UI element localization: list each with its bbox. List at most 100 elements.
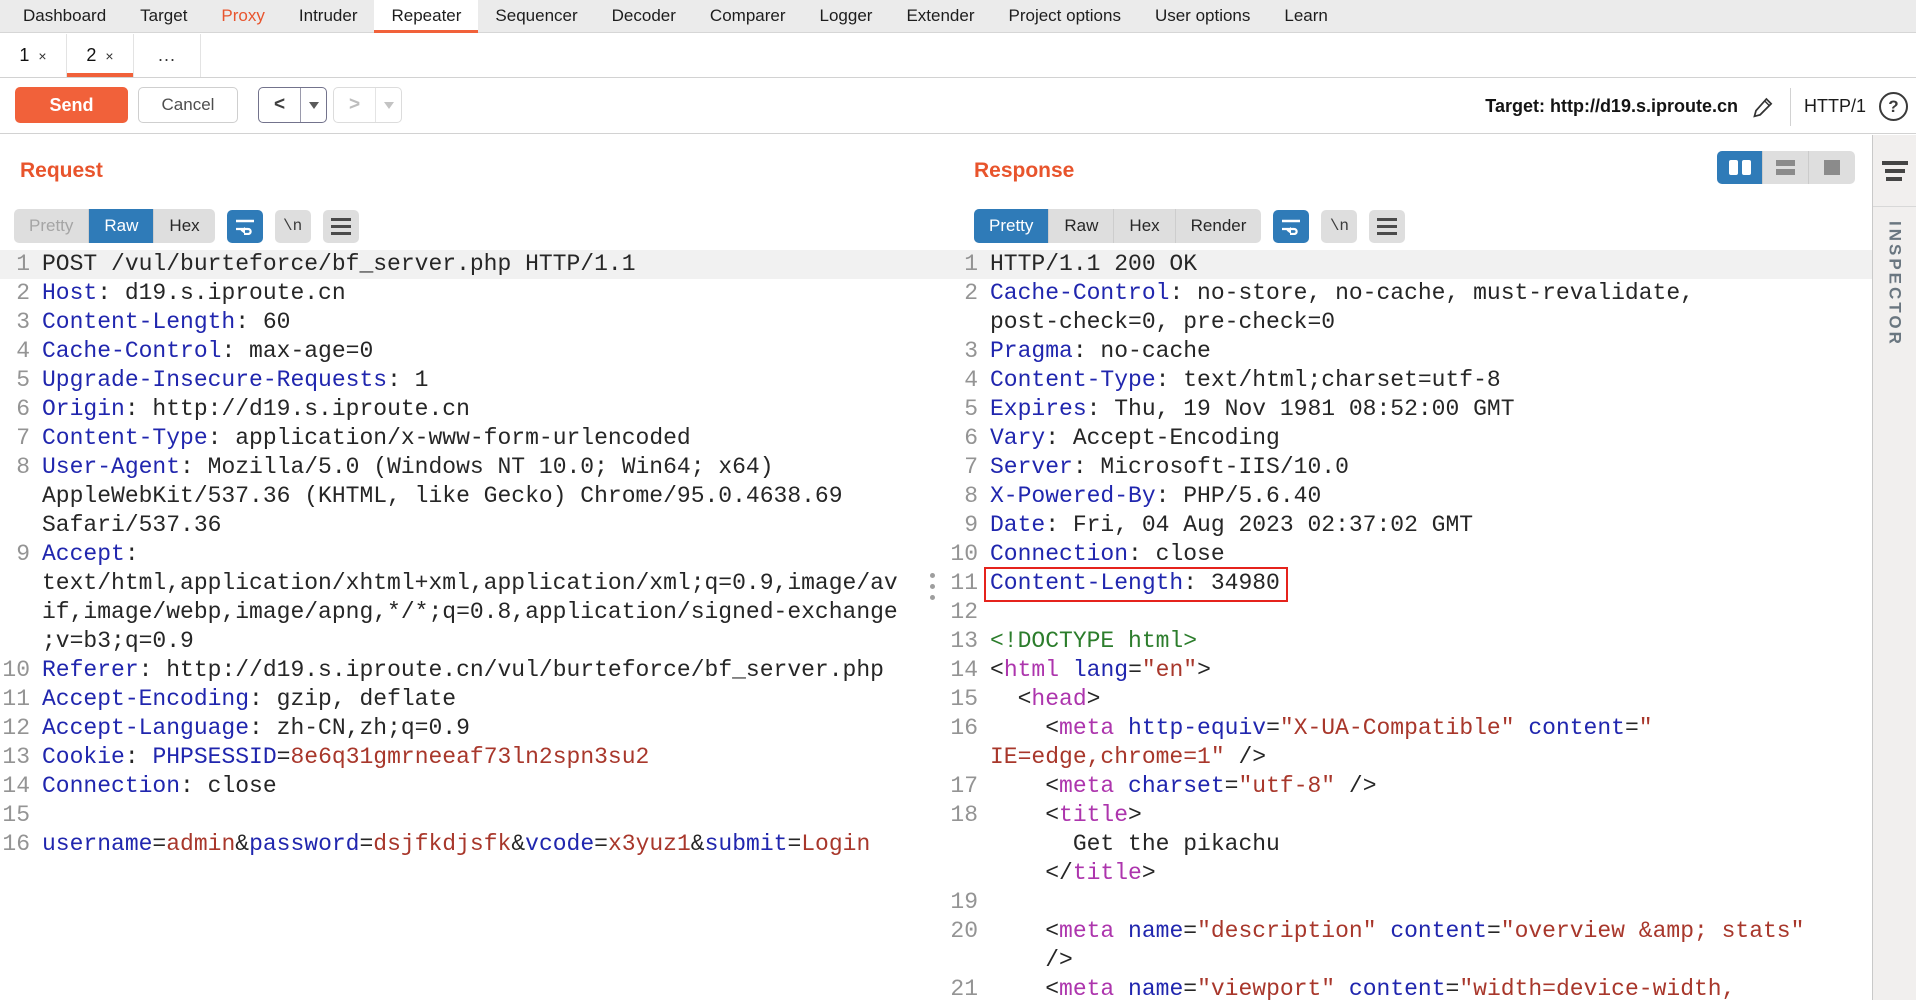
menu-item-sequencer[interactable]: Sequencer: [478, 0, 594, 32]
code-line: if,image/webp,image/apng,*/*;q=0.8,appli…: [0, 598, 948, 627]
line-number: 13: [948, 627, 978, 656]
wrap-lines-button[interactable]: [227, 210, 263, 243]
line-number: 6: [0, 395, 30, 424]
highlight-annotation-box: Content-Length: 34980: [984, 567, 1288, 602]
line-number: 15: [0, 801, 30, 830]
line-number: 14: [0, 772, 30, 801]
close-tab-icon[interactable]: ×: [105, 48, 113, 64]
close-tab-icon[interactable]: ×: [38, 48, 46, 64]
chevron-down-icon: [384, 102, 394, 109]
code-line: post-check=0, pre-check=0: [948, 308, 1872, 337]
menu-item-intruder[interactable]: Intruder: [282, 0, 375, 32]
wrap-icon: [1280, 217, 1302, 235]
wrap-icon: [234, 217, 256, 235]
line-number: 8: [948, 482, 978, 511]
edit-target-button[interactable]: [1751, 94, 1777, 120]
line-number: 16: [0, 830, 30, 859]
inspector-collapse-button[interactable]: [1873, 135, 1916, 207]
code-line: </title>: [948, 859, 1872, 888]
menu-item-dashboard[interactable]: Dashboard: [6, 0, 123, 32]
code-line: />: [948, 946, 1872, 975]
inspector-icon: [1882, 161, 1908, 181]
layout-single-button[interactable]: [1809, 151, 1855, 184]
line-number: 2: [0, 279, 30, 308]
line-number: 10: [0, 656, 30, 685]
line-number: 15: [948, 685, 978, 714]
menu-item-comparer[interactable]: Comparer: [693, 0, 803, 32]
line-number: 21: [948, 975, 978, 1000]
line-number: 3: [948, 337, 978, 366]
code-line: 11Content-Length: 34980: [948, 569, 1872, 598]
line-number: 3: [0, 308, 30, 337]
main-menu: DashboardTargetProxyIntruderRepeaterSequ…: [0, 0, 1916, 33]
layout-columns-button[interactable]: [1717, 151, 1763, 184]
code-line: 16username=admin&password=dsjfkdjsfk&vco…: [0, 830, 948, 859]
repeater-tab-1[interactable]: 1×: [0, 34, 67, 77]
line-number: 6: [948, 424, 978, 453]
show-newlines-button[interactable]: \n: [275, 210, 311, 243]
menu-item-repeater[interactable]: Repeater: [374, 0, 478, 32]
history-forward-dropdown[interactable]: [376, 88, 401, 122]
burp-repeater-window: DashboardTargetProxyIntruderRepeaterSequ…: [0, 0, 1916, 1000]
format-tab-raw[interactable]: Raw: [1049, 209, 1114, 243]
line-number: 16: [948, 714, 978, 743]
inspector-label[interactable]: INSPECTOR: [1885, 221, 1905, 347]
code-line: 5Upgrade-Insecure-Requests: 1: [0, 366, 948, 395]
code-line: 21 <meta name="viewport" content="width=…: [948, 975, 1872, 1000]
repeater-tab-2[interactable]: 2×: [67, 34, 134, 77]
menu-item-proxy[interactable]: Proxy: [204, 0, 281, 32]
inspector-rail: INSPECTOR: [1872, 135, 1916, 1000]
history-back-group: <: [258, 87, 327, 123]
menu-item-logger[interactable]: Logger: [803, 0, 890, 32]
line-number: 7: [0, 424, 30, 453]
repeater-toolbar: Send Cancel < > Target: http://d19.s.ipr…: [0, 79, 1916, 134]
format-tab-hex[interactable]: Hex: [154, 209, 214, 243]
wrap-lines-button[interactable]: [1273, 210, 1309, 243]
new-tab-button[interactable]: ...: [134, 34, 201, 77]
code-line: 10Connection: close: [948, 540, 1872, 569]
menu-item-project-options[interactable]: Project options: [992, 0, 1138, 32]
code-line: 6Origin: http://d19.s.iproute.cn: [0, 395, 948, 424]
format-tab-hex[interactable]: Hex: [1114, 209, 1175, 243]
response-editor[interactable]: 1HTTP/1.1 200 OK2Cache-Control: no-store…: [948, 250, 1872, 1000]
request-menu-button[interactable]: [323, 210, 359, 243]
code-line: 10Referer: http://d19.s.iproute.cn/vul/b…: [0, 656, 948, 685]
send-button[interactable]: Send: [15, 87, 128, 123]
history-forward-button[interactable]: >: [334, 88, 376, 122]
help-icon[interactable]: ?: [1879, 92, 1908, 121]
layout-rows-button[interactable]: [1763, 151, 1809, 184]
code-line: IE=edge,chrome=1" />: [948, 743, 1872, 772]
request-format-tabs: PrettyRawHex: [14, 209, 215, 243]
request-panel: Request PrettyRawHex \n 1POST /vul/b: [0, 135, 948, 1000]
pencil-icon: [1751, 94, 1777, 120]
response-menu-button[interactable]: [1369, 210, 1405, 243]
code-line: Safari/537.36: [0, 511, 948, 540]
line-number: 4: [0, 337, 30, 366]
line-number: 17: [948, 772, 978, 801]
format-tab-pretty[interactable]: Pretty: [974, 209, 1049, 243]
code-line: ;v=b3;q=0.9: [0, 627, 948, 656]
target-cluster: Target: http://d19.s.iproute.cn HTTP/1 ?: [1485, 79, 1908, 134]
newline-glyph: \n: [283, 217, 302, 235]
line-number: 14: [948, 656, 978, 685]
line-number: 13: [0, 743, 30, 772]
menu-item-target[interactable]: Target: [123, 0, 204, 32]
cancel-button[interactable]: Cancel: [138, 87, 238, 123]
format-tab-raw[interactable]: Raw: [89, 209, 154, 243]
format-tab-pretty[interactable]: Pretty: [14, 209, 89, 243]
menu-item-extender[interactable]: Extender: [889, 0, 991, 32]
code-line: 15 <head>: [948, 685, 1872, 714]
menu-item-user-options[interactable]: User options: [1138, 0, 1267, 32]
code-line: 14<html lang="en">: [948, 656, 1872, 685]
panel-splitter-handle[interactable]: [930, 573, 935, 600]
line-number: 12: [948, 598, 978, 627]
format-tab-render[interactable]: Render: [1176, 209, 1262, 243]
history-back-button[interactable]: <: [259, 88, 301, 122]
show-newlines-button[interactable]: \n: [1321, 210, 1357, 243]
response-view-controls: PrettyRawHexRender \n: [974, 209, 1405, 243]
history-forward-group: >: [333, 87, 402, 123]
menu-item-learn[interactable]: Learn: [1267, 0, 1344, 32]
request-editor[interactable]: 1POST /vul/burteforce/bf_server.php HTTP…: [0, 250, 948, 859]
history-back-dropdown[interactable]: [301, 88, 326, 122]
menu-item-decoder[interactable]: Decoder: [595, 0, 693, 32]
